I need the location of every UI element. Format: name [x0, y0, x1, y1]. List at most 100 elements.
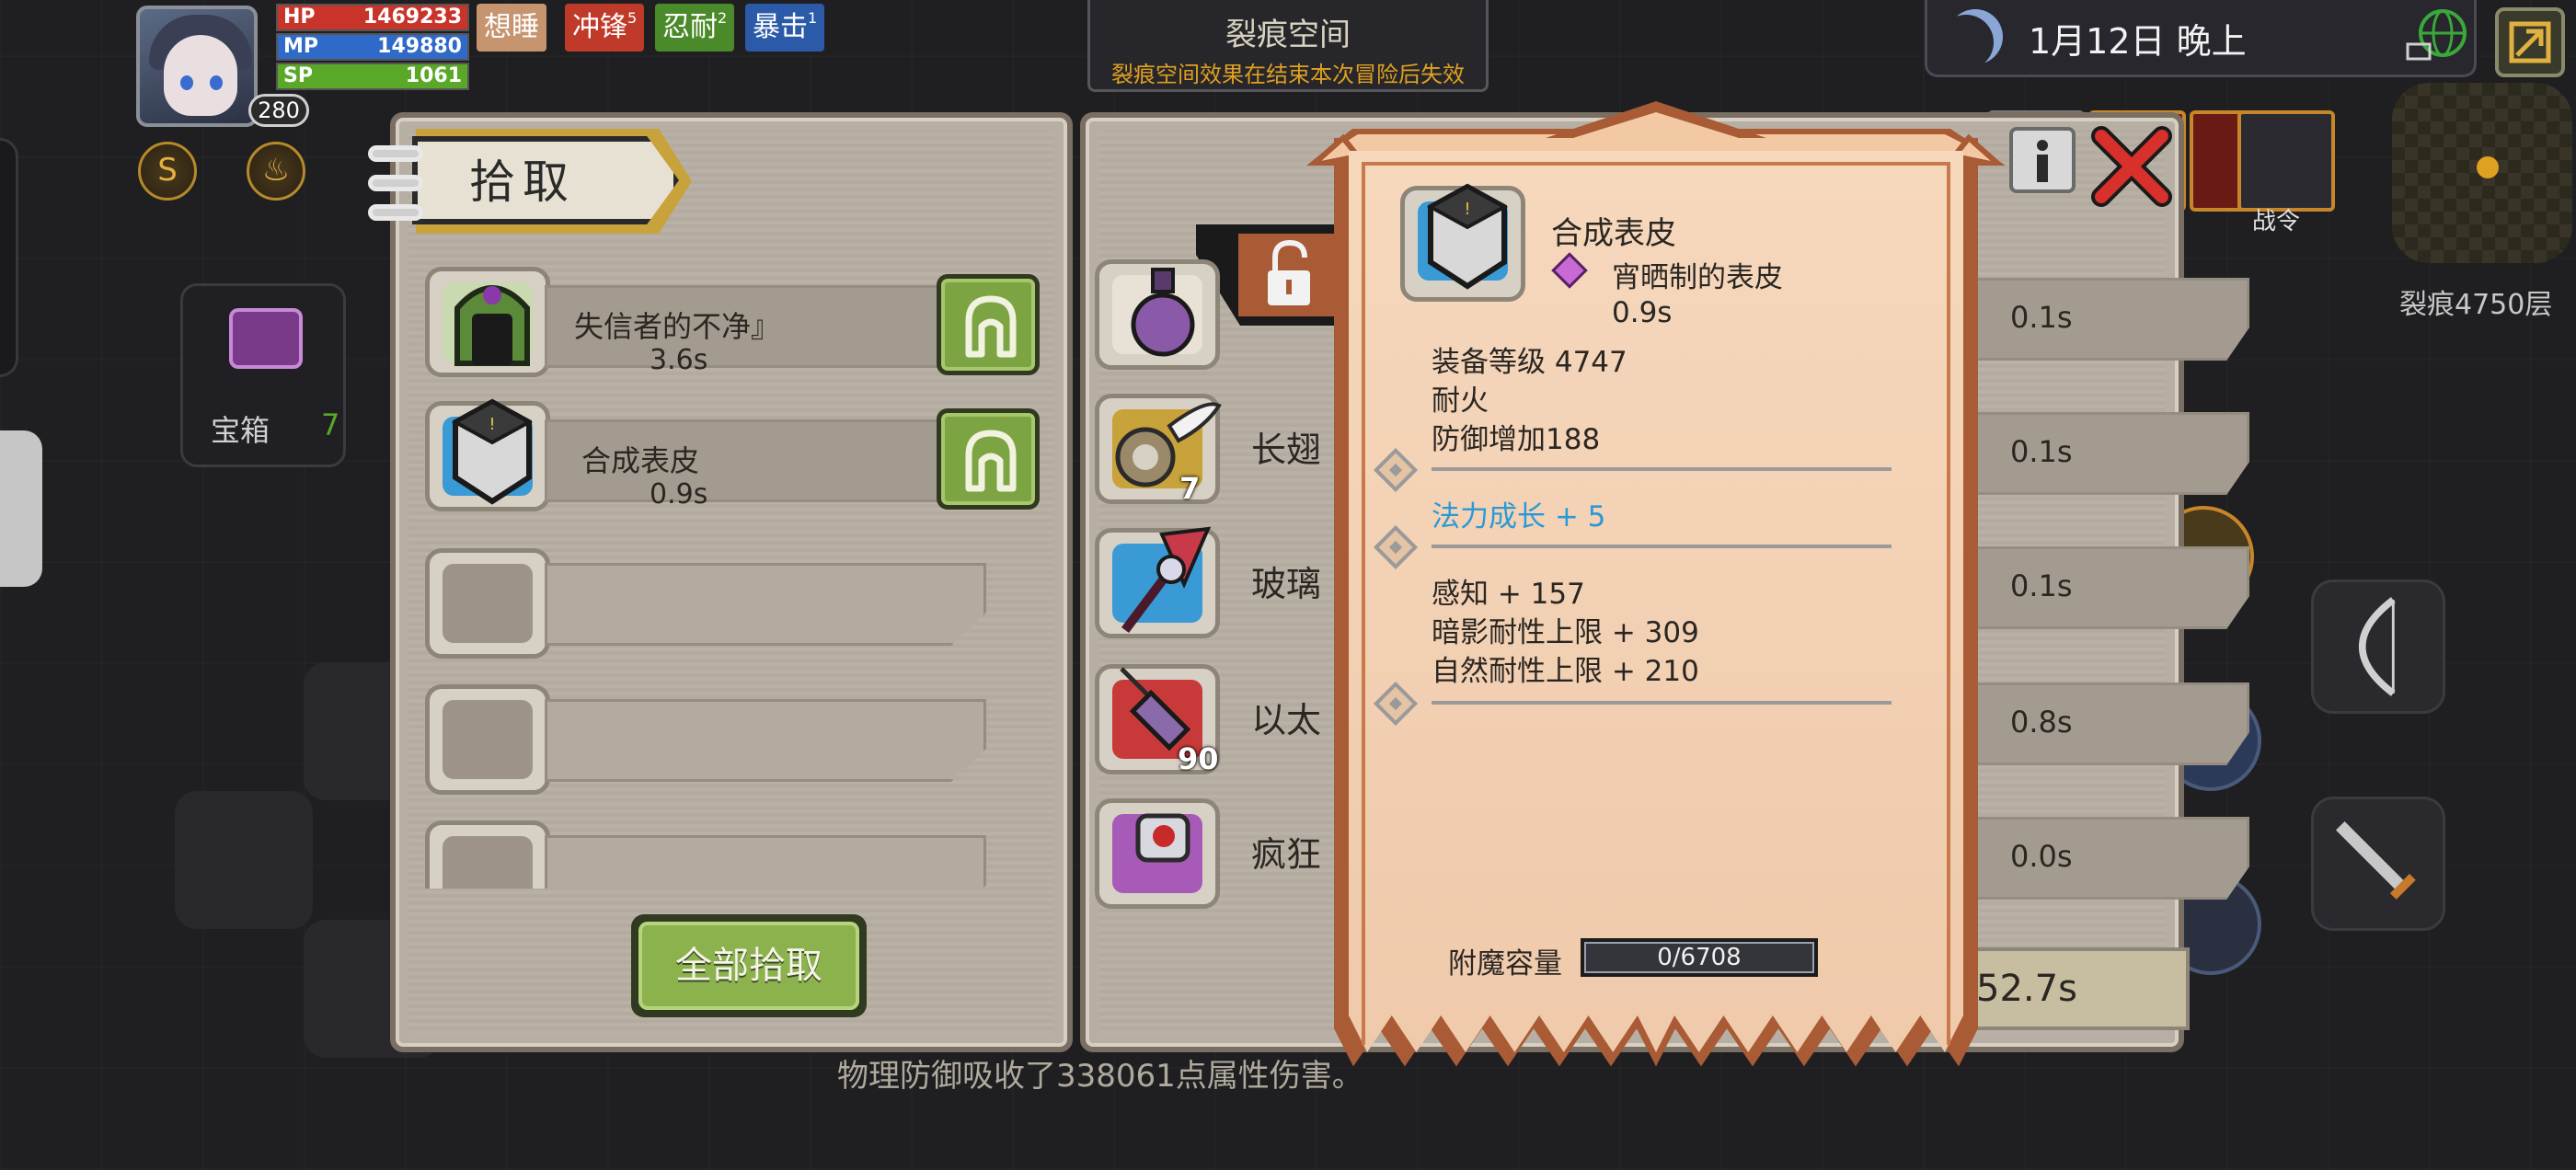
buff-charge[interactable]: 冲锋5 [565, 4, 645, 52]
empty-slot [425, 684, 550, 795]
tooltip-stat-line: 暗影耐性上限 + 309 [1432, 616, 1699, 649]
empty-item-row [425, 820, 1038, 889]
close-icon [2091, 126, 2172, 207]
combat-log-message: 物理防御吸收了338061点属性伤害。 [837, 1058, 1363, 1095]
exit-button[interactable] [2495, 7, 2565, 77]
empty-item-row [425, 548, 1038, 659]
loot-time: 0.1s [2010, 300, 2073, 335]
pickup-item-row[interactable]: 失信者的不净』 3.6s [425, 267, 1040, 377]
loot-count: 90 [1178, 741, 1219, 776]
loot-time: 0.1s [2010, 568, 2073, 603]
mp-label: MP [283, 35, 319, 58]
buff-crit[interactable]: 暴击1 [745, 4, 825, 52]
player-position-marker [2477, 156, 2499, 178]
loot-slot [1095, 394, 1222, 504]
war-order-icon[interactable]: 战令 [2237, 110, 2335, 235]
enchant-capacity-bar: 0/6708 [1581, 938, 1818, 977]
hp-bar: HP 1469233 [276, 4, 469, 31]
winged-ring-icon [1115, 402, 1222, 488]
loot-slot [1095, 259, 1220, 370]
item-time: 0.9s [650, 478, 708, 510]
loot-name: 以太 [1251, 700, 1322, 740]
tooltip-item-time: 0.9s [1612, 296, 1673, 329]
hp-value: 1469233 [362, 6, 462, 29]
item-tooltip: ! 合成表皮 宵晒制的表皮 0.9s 装备等级 4747 耐火 防御增加188 … [1306, 74, 2006, 1076]
side-tab[interactable] [0, 430, 42, 587]
skill-s-icon[interactable]: S [138, 142, 197, 201]
loot-time: 0.0s [2010, 839, 2073, 874]
treasure-chest-card[interactable]: 宝箱 7 [180, 283, 346, 467]
synthetic-hide-icon: ! [451, 398, 534, 505]
enchant-label: 附魔容量 [1448, 947, 1562, 981]
synthetic-hide-icon: ! [1426, 183, 1509, 290]
loot-slot [1095, 526, 1220, 638]
sp-bar: SP 1061 [276, 63, 469, 90]
tooltip-equip-level: 装备等级 4747 [1432, 346, 1627, 379]
player-level-badge: 280 [248, 94, 309, 127]
sp-label: SP [283, 64, 313, 87]
mp-bar: MP 149880 [276, 33, 469, 61]
loot-total-value: 52.7s [1976, 968, 2077, 1010]
tooltip-stat-line: 自然耐性上限 + 210 [1432, 655, 1699, 688]
side-panel-edge [0, 138, 18, 377]
floor-label: 裂痕4750层 [2399, 289, 2553, 321]
tooltip-item-name: 合成表皮 [1551, 215, 1676, 252]
take-item-button[interactable] [937, 274, 1040, 375]
tooltip-item-type: 宵晒制的表皮 [1612, 261, 1783, 294]
item-name: 合成表皮 [581, 443, 700, 478]
tooltip-trait: 耐火 [1432, 384, 1489, 418]
tooltip-defense: 防御增加188 [1432, 423, 1601, 456]
grab-hand-icon [965, 430, 1017, 492]
pickup-title-banner: 拾取 [368, 127, 692, 237]
svg-text:!: ! [489, 415, 495, 434]
clock-panel: 1月12日 晚上 [1925, 0, 2477, 77]
item-slot: ! [425, 398, 550, 511]
tooltip-item-icon: ! [1400, 183, 1525, 302]
network-globe-icon[interactable] [2406, 7, 2467, 68]
close-button[interactable] [2090, 125, 2173, 208]
enchant-capacity-value: 0/6708 [1657, 944, 1742, 971]
loot-slot [1095, 798, 1220, 909]
hp-label: HP [283, 6, 316, 29]
chest-label: 宝箱 [211, 413, 270, 448]
empty-slot [425, 820, 550, 889]
chest-count: 7 [321, 407, 340, 442]
player-portrait[interactable] [136, 6, 258, 127]
fire-skill-icon[interactable]: ♨ [247, 142, 305, 201]
loot-name: 玻璃 [1251, 564, 1322, 604]
loot-time: 0.8s [2010, 705, 2073, 740]
zone-title: 裂痕空间 [1225, 17, 1351, 53]
buff-endure[interactable]: 忍耐2 [655, 4, 735, 52]
loot-total-time: 52.7s [1950, 947, 2190, 1030]
loot-name: 疯狂 [1251, 834, 1322, 875]
empty-item-row [425, 684, 1038, 795]
loot-count: 7 [1179, 471, 1201, 506]
exit-arrow-icon [2509, 21, 2551, 63]
sword-icon [2336, 821, 2416, 900]
tooltip-stat-line: 感知 + 157 [1432, 578, 1585, 611]
glass-scythe-icon [1121, 526, 1212, 633]
sp-value: 1061 [405, 64, 462, 87]
clock-text: 1月12日 晚上 [2029, 21, 2247, 62]
loot-name: 长翅 [1251, 430, 1322, 470]
info-icon [2037, 140, 2048, 182]
svg-text:!: ! [1464, 200, 1470, 219]
war-order-label: 战令 [2252, 208, 2301, 235]
pickup-item-row[interactable]: ! 合成表皮 0.9s [425, 398, 1040, 511]
sword-skill-button[interactable] [2311, 797, 2445, 931]
bow-icon [2359, 597, 2396, 696]
buff-sleepy[interactable]: 想睡 [477, 4, 546, 52]
grab-hand-icon [965, 295, 1017, 358]
item-name: 失信者的不净』 [574, 309, 781, 344]
treasure-chest-icon [229, 308, 303, 369]
item-slot [425, 267, 550, 377]
take-item-button[interactable] [937, 408, 1040, 510]
dpad-left[interactable] [175, 791, 313, 929]
moon-icon [1948, 9, 2003, 64]
pick-all-button[interactable]: 全部拾取 [631, 914, 867, 1017]
info-button[interactable] [2009, 127, 2076, 193]
cursed-helm-icon [454, 285, 530, 366]
mp-value: 149880 [377, 35, 462, 58]
potion-icon [1131, 268, 1195, 357]
bow-skill-button[interactable] [2311, 579, 2445, 714]
